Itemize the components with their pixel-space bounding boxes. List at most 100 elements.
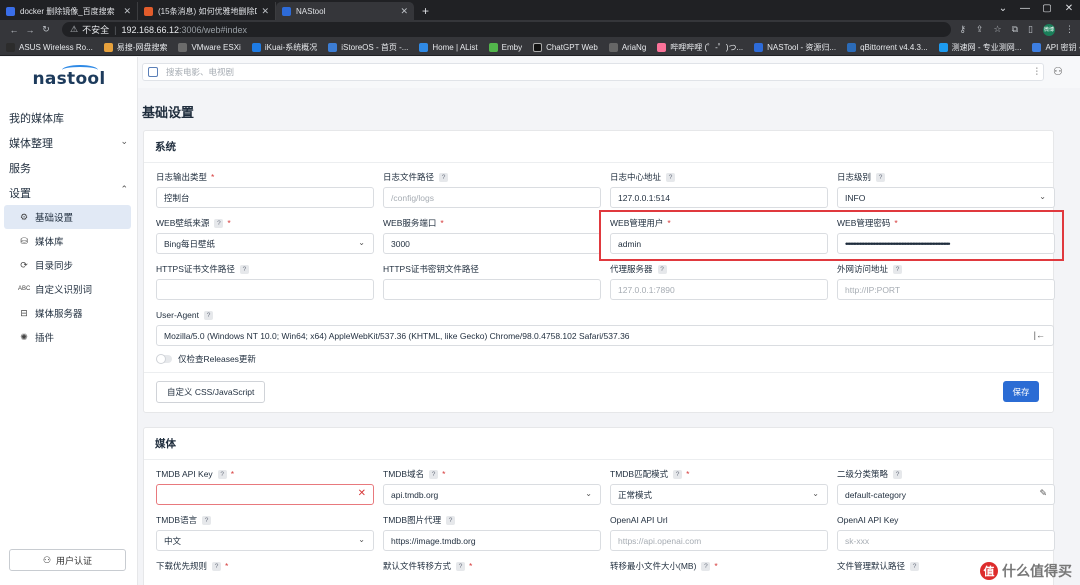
https-cert-input[interactable] bbox=[156, 279, 374, 300]
share-icon[interactable]: ⇪ bbox=[976, 24, 984, 35]
bookmark-item[interactable]: ChatGPT Web bbox=[533, 42, 598, 52]
help-icon[interactable]: ? bbox=[214, 218, 224, 228]
close-tab-icon[interactable]: ✕ bbox=[123, 6, 131, 17]
help-icon[interactable]: ? bbox=[456, 561, 466, 571]
wallpaper-select[interactable]: Bing每日壁纸 ⌄ bbox=[156, 233, 374, 254]
tmdb-match-field: TMDB匹配模式? * 正常模式 ⌄ bbox=[610, 468, 828, 505]
help-icon[interactable]: ? bbox=[666, 172, 676, 182]
proxy-input[interactable]: 127.0.0.1:7890 bbox=[610, 279, 828, 300]
tmdb-domain-select[interactable]: api.tmdb.org ⌄ bbox=[383, 484, 601, 505]
openai-url-input[interactable]: https://api.openai.com bbox=[610, 530, 828, 551]
log-level-select[interactable]: INFO ⌄ bbox=[837, 187, 1055, 208]
help-icon[interactable]: ? bbox=[202, 515, 212, 525]
releases-toggle[interactable]: 仅检查Releases更新 bbox=[156, 353, 256, 365]
bookmark-item[interactable]: 易搜-网盘搜索 bbox=[103, 42, 167, 53]
back-icon[interactable]: ← bbox=[6, 25, 22, 35]
tmdb-key-input[interactable]: ✕ bbox=[156, 484, 374, 505]
help-icon[interactable]: ? bbox=[212, 561, 222, 571]
help-icon[interactable]: ? bbox=[439, 172, 449, 182]
reload-icon[interactable]: ↻ bbox=[38, 24, 54, 35]
close-tab-icon[interactable]: ✕ bbox=[400, 6, 408, 17]
bookmark-item[interactable]: Emby bbox=[488, 42, 522, 52]
sidebar-subitem-basic[interactable]: ⚙ 基础设置 bbox=[4, 205, 131, 229]
sidebar-subitem-mediaserver[interactable]: ⊟ 媒体服务器 bbox=[4, 301, 131, 325]
openai-key-input[interactable]: sk-xxx bbox=[837, 530, 1055, 551]
bookmark-item[interactable]: iStoreOS - 首页 -... bbox=[328, 42, 408, 53]
help-icon[interactable]: ? bbox=[204, 310, 213, 320]
tmdb-lang-select[interactable]: 中文 ⌄ bbox=[156, 530, 374, 551]
bookmark-item[interactable]: NASTool - 资源归... bbox=[754, 42, 836, 53]
log-type-select[interactable]: 控制台 bbox=[156, 187, 374, 208]
key-icon[interactable]: ⚷ bbox=[959, 24, 966, 35]
system-card-title: 系统 bbox=[144, 131, 1053, 163]
help-icon[interactable]: ? bbox=[893, 264, 903, 274]
address-bar[interactable]: ⚠ 不安全 | 192.168.66.12 :3006/web#index bbox=[62, 22, 952, 37]
https-key-input[interactable] bbox=[383, 279, 601, 300]
bookmark-favicon-icon bbox=[533, 42, 543, 52]
extensions-icon[interactable]: ⧉ bbox=[1012, 24, 1018, 35]
bookmark-favicon-icon bbox=[608, 42, 618, 52]
sidebar-item-settings[interactable]: 设置 ⌃ bbox=[0, 180, 138, 205]
tab-search-icon[interactable]: ⌄ bbox=[992, 0, 1014, 18]
search-input[interactable]: 搜索电影、电视剧 ⫶ bbox=[142, 63, 1044, 81]
browser-tab-baidu[interactable]: docker 删除镜像_百度搜索 ✕ bbox=[0, 2, 138, 20]
sidebar-subitem-sync[interactable]: ⟳ 目录同步 bbox=[4, 253, 131, 277]
nastool-logo[interactable]: nastool bbox=[0, 65, 138, 89]
external-url-input[interactable]: http://IP:PORT bbox=[837, 279, 1055, 300]
bookmark-item[interactable]: API 密钥 - DNSPo... bbox=[1032, 42, 1080, 53]
close-tab-icon[interactable]: ✕ bbox=[261, 6, 269, 17]
tmdb-image-proxy-input[interactable]: https://image.tmdb.org bbox=[383, 530, 601, 551]
help-icon[interactable]: ? bbox=[446, 515, 456, 525]
tmdb-match-select[interactable]: 正常模式 ⌄ bbox=[610, 484, 828, 505]
bookmark-item[interactable]: AriaNg bbox=[608, 42, 646, 52]
profile-avatar[interactable]: 微博 bbox=[1043, 23, 1055, 36]
user-auth-button[interactable]: ⚇ 用户认证 bbox=[9, 549, 126, 571]
help-icon[interactable]: ? bbox=[876, 172, 886, 182]
help-icon[interactable]: ? bbox=[701, 561, 711, 571]
web-port-input[interactable]: 3000 bbox=[383, 233, 601, 254]
user-agent-input[interactable]: Mozilla/5.0 (Windows NT 10.0; Win64; x64… bbox=[156, 325, 1054, 346]
sidebar-item-organize[interactable]: 媒体整理 ⌄ bbox=[0, 130, 138, 155]
toggle-switch[interactable] bbox=[156, 354, 172, 364]
forward-icon[interactable]: → bbox=[22, 25, 38, 35]
user-icon[interactable]: ⚇ bbox=[1053, 65, 1063, 78]
help-icon[interactable]: ? bbox=[217, 469, 227, 479]
sidebar-item-services[interactable]: 服务 bbox=[0, 155, 138, 180]
sidebar-subitem-words[interactable]: ABC 自定义识别词 bbox=[4, 277, 131, 301]
help-icon[interactable]: ? bbox=[429, 469, 439, 479]
help-icon[interactable]: ? bbox=[893, 469, 903, 479]
bookmark-item[interactable]: 测速网 - 专业测网... bbox=[938, 42, 1021, 53]
bookmark-item[interactable]: qBittorrent v4.4.3... bbox=[847, 42, 928, 52]
minimize-icon[interactable]: — bbox=[1014, 0, 1036, 18]
sidebar-subitem-library[interactable]: ⛁ 媒体库 bbox=[4, 229, 131, 253]
bookmark-item[interactable]: VMware ESXi bbox=[178, 42, 241, 52]
sidebar-item-library[interactable]: 我的媒体库 bbox=[0, 105, 138, 130]
browser-tab-nastool[interactable]: NAStool ✕ bbox=[276, 2, 414, 20]
custom-css-js-button[interactable]: 自定义 CSS/JavaScript bbox=[156, 381, 266, 403]
help-icon[interactable]: ? bbox=[239, 264, 249, 274]
bookmark-item[interactable]: Home | AList bbox=[419, 42, 478, 52]
watermark-logo: 值 bbox=[980, 562, 998, 580]
tmdb-lang-field: TMDB语言? 中文 ⌄ bbox=[156, 514, 374, 551]
bookmark-item[interactable]: 哔哩哔哩 (゜-゜)つ... bbox=[657, 42, 743, 53]
maximize-icon[interactable]: ▢ bbox=[1036, 0, 1058, 18]
help-icon[interactable]: ? bbox=[657, 264, 667, 274]
filter-icon[interactable]: ⫶ bbox=[1036, 67, 1039, 78]
new-tab-button[interactable]: + bbox=[414, 2, 437, 20]
browser-tab-csdn[interactable]: (15条消息) 如何优雅地删除Dock ✕ bbox=[138, 2, 276, 20]
save-button[interactable]: 保存 bbox=[1003, 381, 1039, 402]
bookmark-item[interactable]: ASUS Wireless Ro... bbox=[6, 42, 93, 52]
close-window-icon[interactable]: ✕ bbox=[1058, 0, 1080, 18]
help-icon[interactable]: ? bbox=[673, 469, 683, 479]
menu-icon[interactable]: ⋮ bbox=[1065, 24, 1074, 35]
sidebar-subitem-plugins[interactable]: ✺ 插件 bbox=[4, 325, 131, 349]
edit-icon[interactable]: ✎ bbox=[1039, 488, 1047, 499]
star-icon[interactable]: ☆ bbox=[994, 24, 1002, 35]
bookmark-item[interactable]: iKuai-系统概况 bbox=[251, 42, 317, 53]
reset-icon[interactable]: |← bbox=[1034, 330, 1045, 340]
log-center-input[interactable]: 127.0.0.1:514 bbox=[610, 187, 828, 208]
help-icon[interactable]: ? bbox=[910, 561, 920, 571]
category-input[interactable]: default-category ✎ bbox=[837, 484, 1055, 505]
sidebar-icon[interactable]: ▯ bbox=[1028, 24, 1033, 35]
log-path-input[interactable]: /config/logs bbox=[383, 187, 601, 208]
